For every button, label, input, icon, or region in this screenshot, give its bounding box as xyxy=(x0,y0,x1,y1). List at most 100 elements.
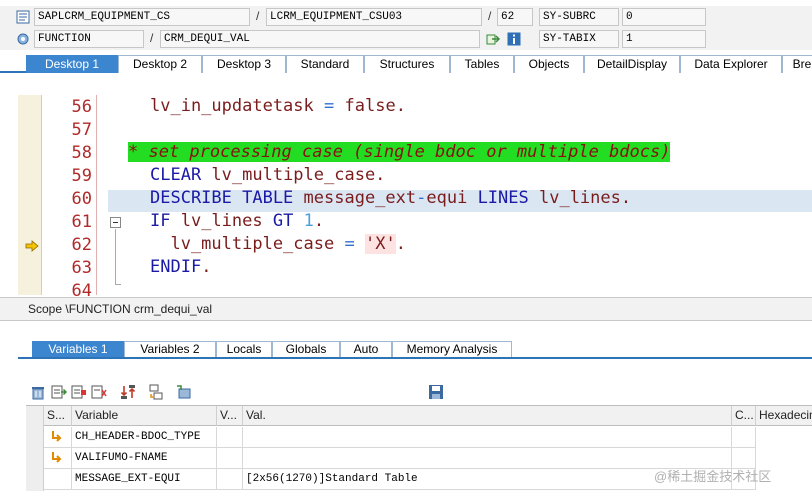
col-header-value[interactable]: Val. xyxy=(243,406,732,426)
code-line[interactable]: CLEAR lv_multiple_case. xyxy=(150,164,385,186)
tab-auto[interactable]: Auto xyxy=(340,341,392,357)
line-number: 56 xyxy=(71,97,92,117)
col-header-c[interactable]: C... xyxy=(732,406,756,426)
line-number: 63 xyxy=(71,258,92,278)
line-number: 61 xyxy=(71,212,92,232)
tab-locals[interactable]: Locals xyxy=(216,341,272,357)
col-header-status[interactable]: S... xyxy=(44,406,72,426)
desktop-tabbar: Desktop 1 Desktop 2 Desktop 3 Standard S… xyxy=(0,53,812,73)
line-number: 60 xyxy=(71,189,92,209)
tab-structures[interactable]: Structures xyxy=(364,55,450,73)
code-token: - xyxy=(416,188,427,208)
code-token: lv_lines. xyxy=(528,188,632,208)
code-token: lv_lines xyxy=(170,211,273,231)
header-row-program: SAPLCRM_EQUIPMENT_CS / LCRM_EQUIPMENT_CS… xyxy=(0,6,812,28)
separator: / xyxy=(256,9,260,23)
program-field[interactable]: SAPLCRM_EQUIPMENT_CS xyxy=(34,8,250,26)
event-name-field[interactable]: CRM_DEQUI_VAL xyxy=(160,30,480,48)
tab-desktop-3[interactable]: Desktop 3 xyxy=(202,55,286,73)
value-cell[interactable] xyxy=(243,427,732,448)
line-field[interactable]: 62 xyxy=(497,8,533,26)
line-number: 58 xyxy=(71,143,92,163)
tab-objects[interactable]: Objects xyxy=(514,55,584,73)
v-cell xyxy=(217,469,243,490)
current-statement-arrow-icon xyxy=(25,240,39,252)
sy-field-2[interactable]: SY-TABIX xyxy=(539,30,619,48)
code-token: = xyxy=(324,96,335,116)
variables-tabbar: Variables 1 Variables 2 Locals Globals A… xyxy=(18,341,812,359)
code-token: false xyxy=(344,96,396,116)
insert-row-icon[interactable] xyxy=(51,384,67,400)
tab-memory-analysis[interactable]: Memory Analysis xyxy=(392,341,512,357)
tab-desktop-1[interactable]: Desktop 1 xyxy=(26,55,118,73)
code-line[interactable]: * set processing case (single bdoc or mu… xyxy=(128,141,671,163)
line-number-divider xyxy=(96,95,97,295)
variable-cell[interactable]: MESSAGE_EXT-EQUI xyxy=(72,469,217,490)
code-token: lv_multiple_case. xyxy=(201,165,386,185)
delete-row-icon[interactable] xyxy=(71,384,87,400)
variable-cell[interactable]: VALIFUMO-FNAME xyxy=(72,448,217,469)
transfer-icon[interactable] xyxy=(148,384,164,400)
v-cell xyxy=(217,427,243,448)
sy-value-2[interactable]: 1 xyxy=(622,30,706,48)
code-token: CLEAR xyxy=(150,165,202,185)
code-token: lv_in_updatetask xyxy=(150,96,314,116)
separator: / xyxy=(150,31,154,45)
layout-icon[interactable] xyxy=(176,384,192,400)
code-token: DESCRIBE TABLE xyxy=(150,188,294,208)
tab-variables-2[interactable]: Variables 2 xyxy=(124,341,216,357)
tab-data-explorer[interactable]: Data Explorer xyxy=(680,55,782,73)
fold-line xyxy=(115,229,116,284)
tab-variables-1[interactable]: Variables 1 xyxy=(32,341,124,357)
col-header-v[interactable]: V... xyxy=(217,406,243,426)
code-token: . xyxy=(395,96,406,116)
col-header-hex[interactable]: Hexadecim xyxy=(756,406,812,426)
include-field[interactable]: LCRM_EQUIPMENT_CSU03 xyxy=(266,8,482,26)
event-type-field[interactable]: FUNCTION xyxy=(34,30,144,48)
status-cell xyxy=(44,469,72,490)
navigate-icon[interactable] xyxy=(486,32,500,46)
code-line[interactable]: lv_in_updatetask = false. xyxy=(150,95,406,117)
info-icon[interactable] xyxy=(507,32,521,46)
code-token: 'X' xyxy=(364,234,396,254)
code-token: . xyxy=(201,257,212,277)
code-token: . xyxy=(395,234,406,254)
header-row-event: FUNCTION / CRM_DEQUI_VAL SY-TABIX 1 xyxy=(0,28,812,50)
sort-icon[interactable] xyxy=(120,384,136,400)
sy-value-1[interactable]: 0 xyxy=(622,8,706,26)
v-cell xyxy=(217,448,243,469)
tab-globals[interactable]: Globals xyxy=(272,341,340,357)
code-line[interactable]: DESCRIBE TABLE message_ext-equi LINES lv… xyxy=(150,187,631,209)
tab-detaildisplay[interactable]: DetailDisplay xyxy=(584,55,680,73)
code-token: equi xyxy=(426,188,468,208)
tab-desktop-2[interactable]: Desktop 2 xyxy=(118,55,202,73)
save-icon[interactable] xyxy=(428,384,444,400)
line-number: 62 xyxy=(71,235,92,255)
line-number: 57 xyxy=(71,120,92,140)
breakpoint-gutter[interactable] xyxy=(18,95,42,295)
tab-standard[interactable]: Standard xyxy=(286,55,364,73)
variable-cell[interactable]: CH_HEADER-BDOC_TYPE xyxy=(72,427,217,448)
sy-field-1[interactable]: SY-SUBRC xyxy=(539,8,619,26)
code-token: lv_multiple_case xyxy=(150,234,345,254)
clear-rows-icon[interactable] xyxy=(91,384,107,400)
delete-icon[interactable] xyxy=(30,384,46,400)
change-value-icon[interactable] xyxy=(50,430,64,444)
code-line[interactable]: IF lv_lines GT 1. xyxy=(150,210,324,232)
code-line[interactable]: lv_multiple_case = 'X'. xyxy=(150,233,406,255)
row-selector-column[interactable] xyxy=(26,406,44,491)
collapse-block-icon[interactable] xyxy=(110,217,121,228)
code-line[interactable]: ENDIF. xyxy=(150,256,211,278)
col-header-variable[interactable]: Variable xyxy=(72,406,217,426)
status-cell xyxy=(44,448,72,469)
separator: / xyxy=(488,9,492,23)
change-value-icon[interactable] xyxy=(50,451,64,465)
tab-tables[interactable]: Tables xyxy=(450,55,514,73)
tab-breakpoints[interactable]: Bre xyxy=(782,55,812,73)
code-token: IF xyxy=(150,211,171,231)
status-cell xyxy=(44,427,72,448)
fold-line-end xyxy=(115,284,121,285)
